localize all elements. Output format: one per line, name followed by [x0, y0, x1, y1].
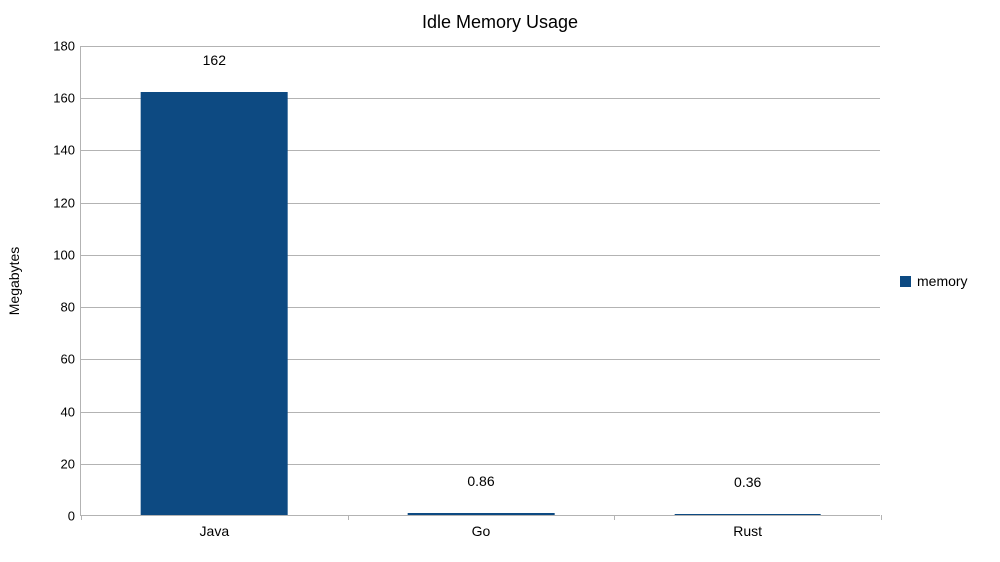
y-tick-label: 120: [53, 195, 81, 210]
bar-value-label: 0.86: [467, 473, 494, 493]
bar-value-label: 0.36: [734, 474, 761, 494]
x-tick-mark: [614, 515, 615, 520]
y-tick-label: 160: [53, 91, 81, 106]
y-axis-label-wrap: Megabytes: [4, 0, 24, 562]
y-tick-label: 60: [61, 352, 81, 367]
y-tick-label: 140: [53, 143, 81, 158]
y-tick-label: 0: [68, 509, 81, 524]
legend-item: memory: [900, 273, 968, 289]
x-tick-label: Go: [472, 515, 491, 539]
y-tick-label: 100: [53, 247, 81, 262]
x-tick-label: Rust: [733, 515, 762, 539]
x-tick-mark: [81, 515, 82, 520]
chart-title: Idle Memory Usage: [0, 12, 1000, 33]
legend-swatch: [900, 276, 911, 287]
y-tick-label: 80: [61, 300, 81, 315]
x-tick-mark: [348, 515, 349, 520]
bar: [141, 92, 288, 515]
legend-label: memory: [917, 273, 968, 289]
y-tick-label: 180: [53, 39, 81, 54]
legend: memory: [900, 0, 968, 562]
y-tick-label: 20: [61, 456, 81, 471]
grid-line: [81, 46, 880, 47]
x-tick-label: Java: [200, 515, 230, 539]
bar-chart: Idle Memory Usage Megabytes 020406080100…: [0, 0, 1000, 562]
plot-area: 020406080100120140160180162Java0.86Go0.3…: [80, 46, 880, 516]
y-axis-label: Megabytes: [6, 247, 22, 315]
x-tick-mark: [881, 515, 882, 520]
y-tick-label: 40: [61, 404, 81, 419]
bar-value-label: 162: [203, 52, 226, 72]
